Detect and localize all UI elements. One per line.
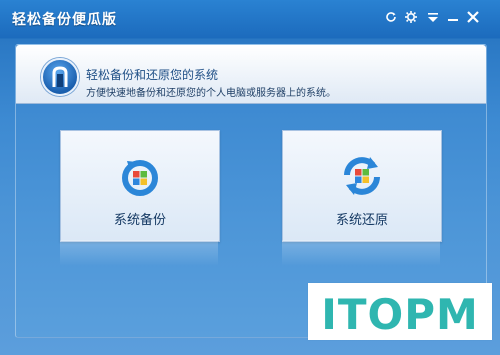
watermark-text: ITOPM [321,290,479,339]
gear-icon[interactable] [402,8,420,26]
window-title: 轻松备份便瓜版 [12,12,117,28]
windows-restore-icon [339,153,385,199]
close-icon[interactable] [464,8,482,26]
header-subtitle: 方便快速地备份和还原您的个人电脑或服务器上的系统。 [86,88,336,99]
backup-reflection [60,240,218,266]
windows-backup-icon [117,153,163,199]
refresh-icon[interactable] [382,8,400,26]
minimize-icon[interactable] [444,8,462,26]
restore-reflection [282,240,440,266]
door-shield-icon [41,58,79,96]
dropdown-menu-icon[interactable] [424,8,442,26]
itopm-watermark: ITOPM [308,283,492,340]
title-bar[interactable]: 轻松备份便瓜版 [0,0,500,36]
backup-label: 系统备份 [113,213,166,228]
system-restore-button[interactable]: 系统还原 [282,130,442,242]
system-backup-button[interactable]: 系统备份 [60,130,220,242]
app-window: 轻松备份便瓜版 轻松备份和还原您的系统 方便快速地备份和还原您的个人电脑或服务器… [0,0,500,355]
restore-label: 系统还原 [335,213,388,228]
header-title: 轻松备份和还原您的系统 [86,68,219,82]
